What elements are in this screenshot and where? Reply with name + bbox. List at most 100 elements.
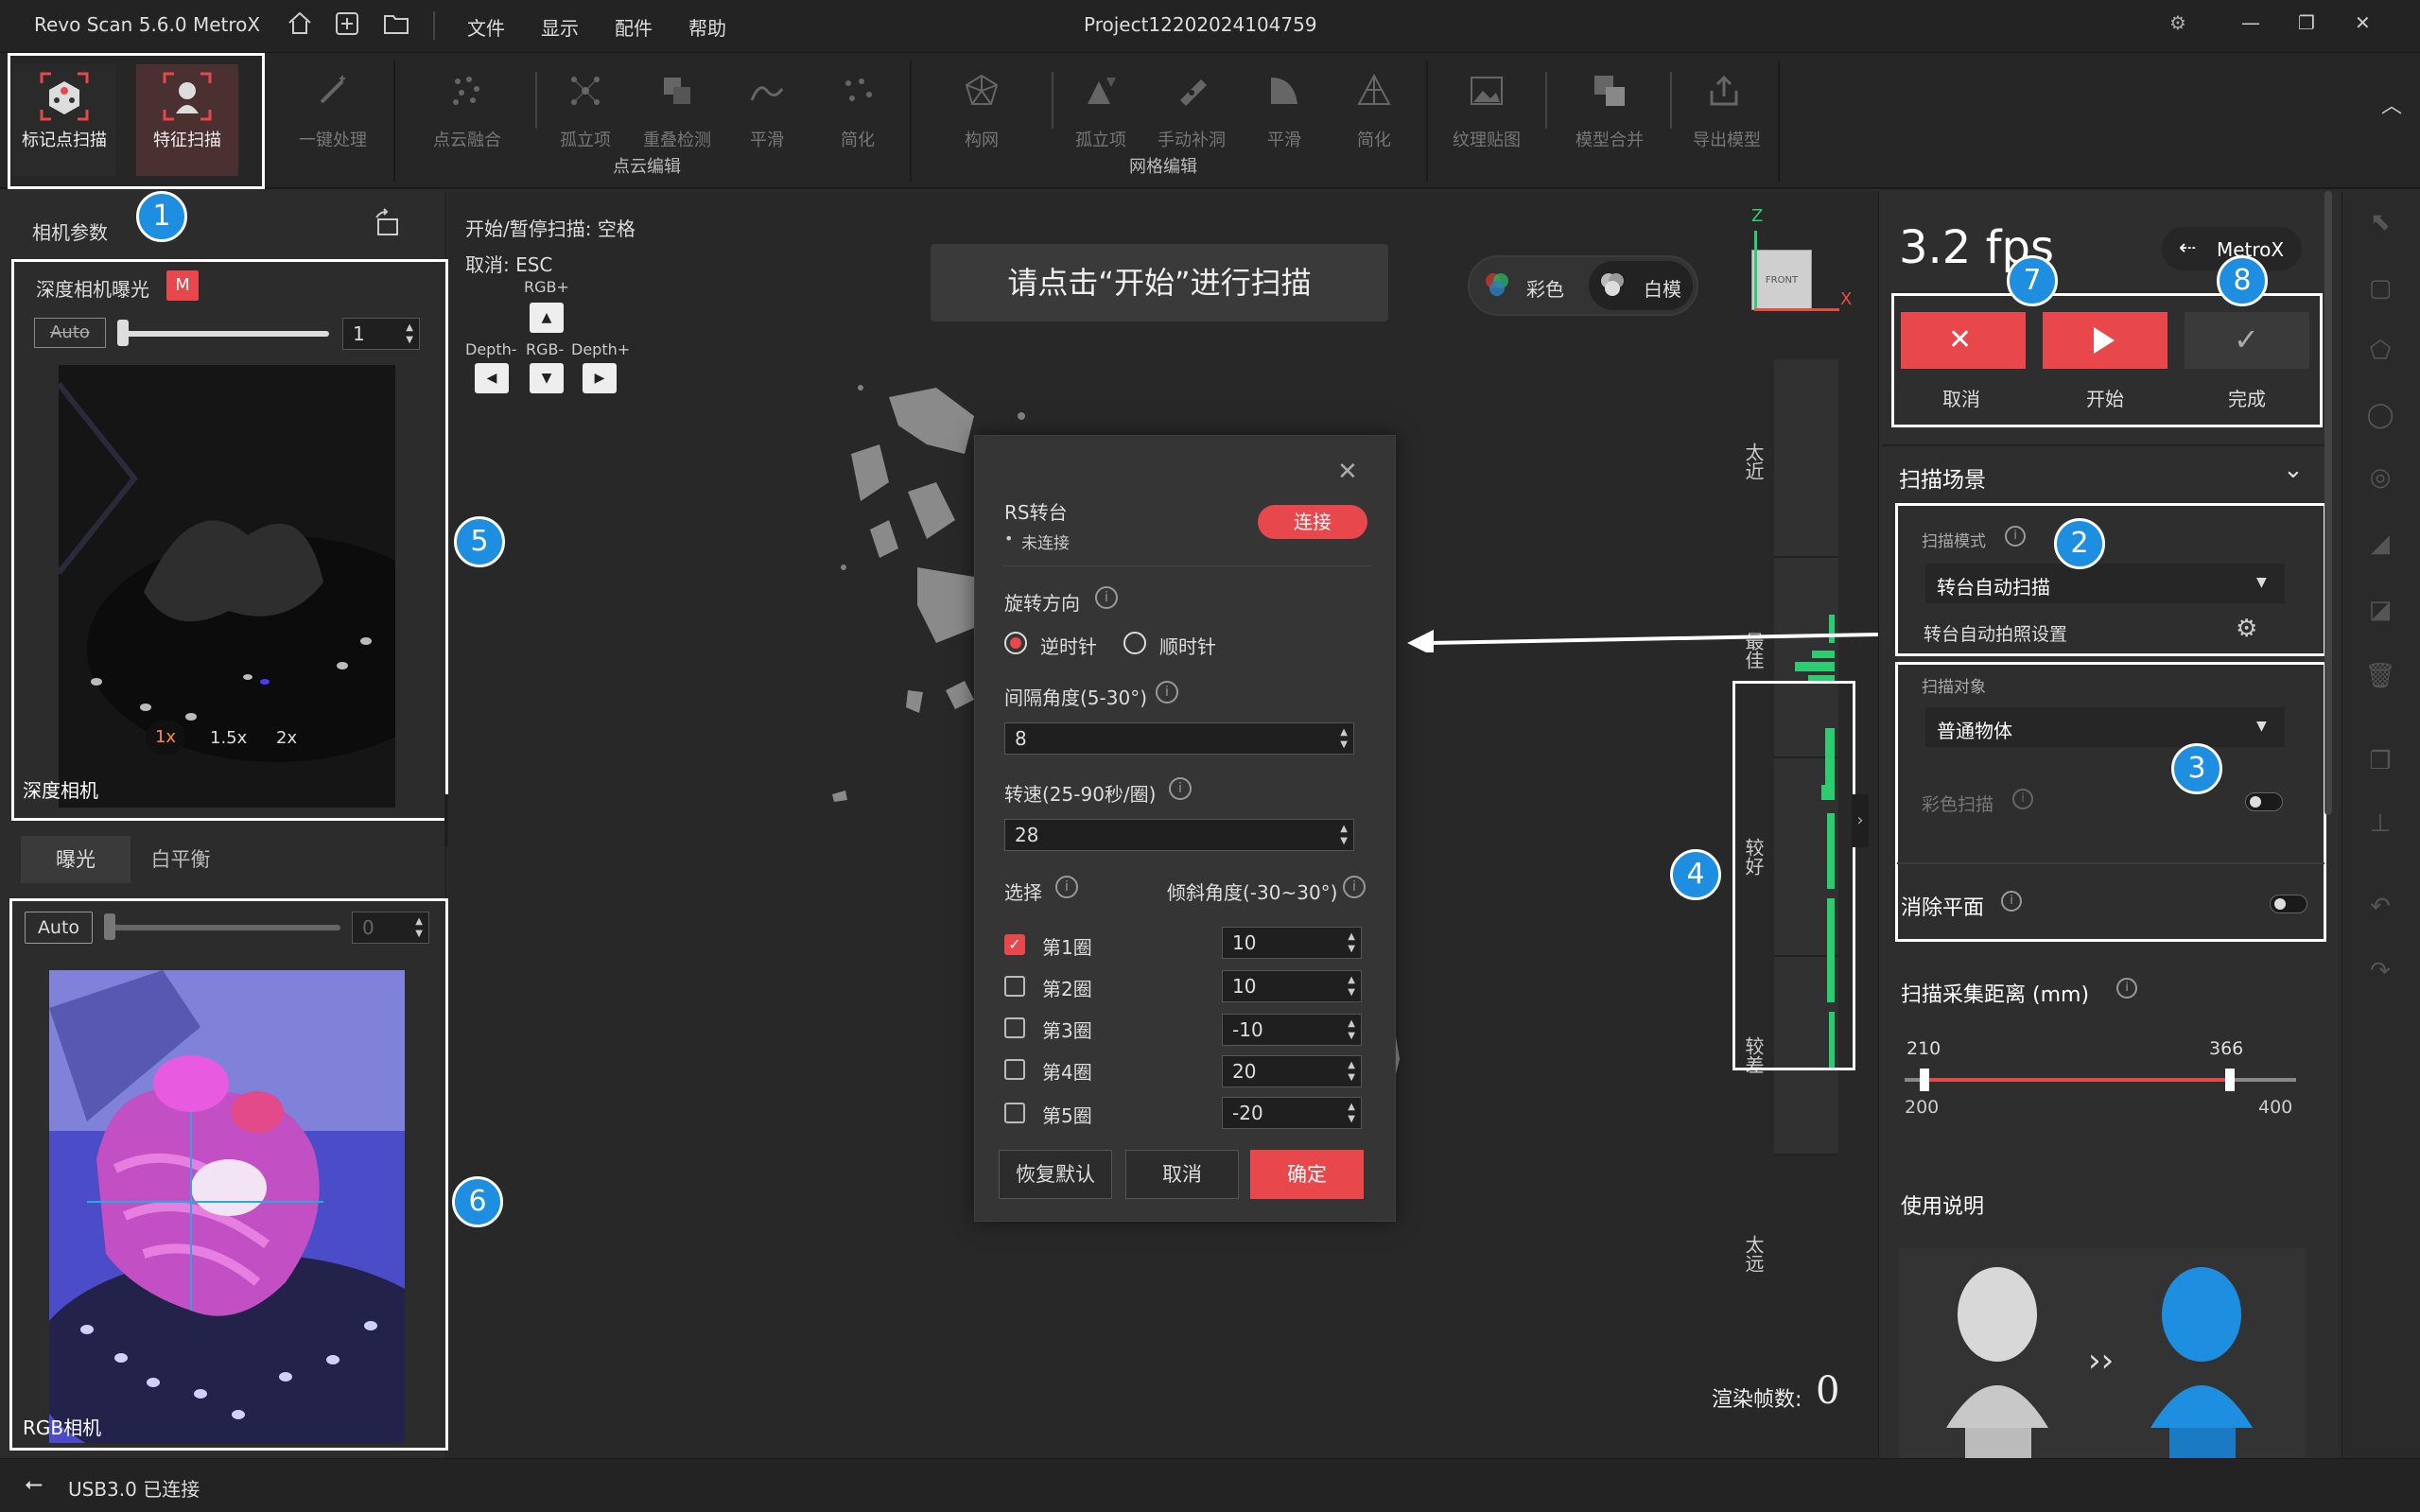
info-icon[interactable]: i [1055, 876, 1078, 898]
spin-arrows-icon[interactable]: ▲ ▼ [1348, 1059, 1355, 1084]
depth-minus-button[interactable]: ◀ [475, 363, 509, 393]
round-5-checkbox[interactable] [1004, 1103, 1025, 1123]
range-high-handle[interactable] [2224, 1069, 2235, 1091]
info-icon[interactable]: i [2116, 978, 2137, 999]
dialog-cancel-button[interactable]: 取消 [1125, 1150, 1239, 1199]
scan-object-dropdown[interactable]: 普通物体 ▼ [1925, 707, 2285, 747]
pointer-select-icon[interactable]: ⬉ [2364, 208, 2396, 240]
invert-select-icon[interactable]: ◪ [2364, 596, 2396, 628]
close-icon[interactable]: ✕ [2355, 11, 2371, 34]
info-icon[interactable]: i [2001, 891, 2022, 912]
spin-arrows-icon[interactable]: ▲ ▼ [1340, 823, 1348, 847]
dialog-close-icon[interactable]: ✕ [1337, 458, 1358, 486]
speed-input[interactable]: 28 ▲ ▼ [1004, 819, 1354, 851]
ccw-label[interactable]: 逆时针 [1040, 632, 1097, 659]
cw-radio[interactable] [1123, 632, 1146, 654]
depth-slider-handle[interactable] [117, 320, 129, 346]
start-scan-button[interactable] [2043, 312, 2168, 369]
round-2-tilt-input[interactable]: 10 ▲ ▼ [1222, 970, 1362, 1002]
minimize-icon[interactable]: — [2241, 11, 2260, 34]
rgb-exposure-slider[interactable] [106, 925, 340, 930]
plane-cut-icon[interactable]: ◢ [2364, 530, 2396, 562]
menu-display[interactable]: 显示 [541, 13, 579, 41]
round-1-checkbox[interactable]: ✓ [1004, 934, 1025, 955]
zoom-1x-button[interactable]: 1x [146, 721, 185, 755]
info-icon[interactable]: i [1343, 876, 1366, 898]
color-scan-toggle[interactable] [2245, 792, 2283, 811]
rotate-camera-icon[interactable] [371, 208, 403, 240]
right-panel-scrollbar[interactable] [2324, 191, 2332, 815]
round-4-checkbox[interactable] [1004, 1059, 1025, 1080]
texture-button[interactable]: 纹理贴图 [1436, 64, 1538, 176]
finish-scan-button[interactable]: ✓ [2185, 312, 2309, 369]
interval-input[interactable]: 8 ▲ ▼ [1004, 722, 1354, 755]
settings-icon[interactable]: ⚙ [2169, 11, 2186, 34]
spin-arrows-icon[interactable]: ▲ ▼ [1348, 974, 1355, 999]
rgb-exposure-input[interactable]: 0 ▲ ▼ [352, 912, 429, 944]
marker-scan-button[interactable]: 标记点扫描 [13, 64, 115, 176]
rgb-auto-button[interactable]: Auto [25, 912, 93, 944]
round-5-tilt-input[interactable]: -20 ▲ ▼ [1222, 1097, 1362, 1129]
cancel-scan-button[interactable]: ✕ [1901, 312, 2026, 369]
color-mode-label[interactable]: 彩色 [1526, 274, 1564, 302]
restore-defaults-button[interactable]: 恢复默认 [999, 1150, 1112, 1199]
depth-plus-button[interactable]: ▶ [583, 363, 617, 393]
collapse-ribbon-icon[interactable]: ︿ [2381, 89, 2402, 119]
connect-button[interactable]: 连接 [1258, 505, 1367, 539]
one-click-button[interactable]: 一键处理 [282, 64, 384, 176]
zoom-2x-button[interactable]: 2x [276, 728, 297, 748]
mesh-smooth-button[interactable]: 平滑 [1233, 64, 1335, 176]
round-1-tilt-input[interactable]: 10 ▲ ▼ [1222, 927, 1362, 959]
dialog-ok-button[interactable]: 确定 [1250, 1150, 1364, 1199]
rgb-slider-handle[interactable] [104, 913, 115, 940]
info-icon[interactable]: i [1156, 681, 1178, 704]
new-project-icon[interactable] [333, 9, 361, 38]
export-button[interactable]: 导出模型 [1676, 64, 1778, 176]
ccw-radio[interactable] [1004, 632, 1027, 654]
feature-scan-button[interactable]: 特征扫描 [136, 64, 238, 176]
depth-exposure-input[interactable]: 1 ▲ ▼ [342, 318, 420, 350]
zoom-1-5x-button[interactable]: 1.5x [210, 728, 247, 748]
spin-arrows-icon[interactable]: ▲ ▼ [1348, 930, 1355, 955]
spin-arrows-icon[interactable]: ▲ ▼ [1348, 1101, 1355, 1125]
restore-icon[interactable]: ❐ [2298, 11, 2315, 34]
delete-icon[interactable]: 🗑 [2364, 662, 2396, 694]
brush-select-icon[interactable]: ◎ [2364, 463, 2396, 495]
tab-exposure[interactable]: 曝光 [21, 836, 131, 883]
spin-arrows-icon[interactable]: ▲ ▼ [1340, 726, 1348, 751]
depth-exposure-slider[interactable] [119, 331, 329, 337]
info-icon[interactable]: i [1169, 777, 1192, 800]
collapse-right-icon[interactable]: › [1852, 794, 1869, 847]
undo-icon[interactable]: ↶ [2364, 893, 2396, 925]
pc-simplify-button[interactable]: 简化 [807, 64, 909, 176]
round-2-checkbox[interactable] [1004, 976, 1025, 997]
rgb-minus-button[interactable]: ▼ [530, 363, 564, 393]
menu-help[interactable]: 帮助 [688, 13, 726, 41]
chevron-down-icon[interactable]: ⌄ [2283, 456, 2304, 484]
home-icon[interactable] [286, 9, 314, 38]
round-4-tilt-input[interactable]: 20 ▲ ▼ [1222, 1055, 1362, 1087]
stamp-icon[interactable]: ⊥ [2364, 809, 2396, 842]
point-fusion-button[interactable]: 点云融合 [416, 64, 518, 176]
depth-auto-button[interactable]: Auto [34, 318, 106, 348]
merge-button[interactable]: 模型合并 [1558, 64, 1661, 176]
menu-accessories[interactable]: 配件 [615, 13, 653, 41]
view-cube[interactable]: FRONT [1751, 250, 1812, 310]
info-icon[interactable]: i [2012, 789, 2033, 809]
lasso-select-icon[interactable]: ◯ [2364, 401, 2396, 433]
pc-smooth-button[interactable]: 平滑 [716, 64, 818, 176]
turntable-settings-label[interactable]: 转台自动拍照设置 [1924, 620, 2067, 646]
copy-icon[interactable]: ❐ [2364, 747, 2396, 779]
gear-icon[interactable]: ⚙ [2236, 615, 2257, 643]
cw-label[interactable]: 顺时针 [1159, 632, 1216, 659]
menu-file[interactable]: 文件 [467, 13, 505, 41]
redo-icon[interactable]: ↷ [2364, 957, 2396, 989]
spin-arrows-icon[interactable]: ▲ ▼ [406, 322, 413, 346]
spin-arrows-icon[interactable]: ▲ ▼ [415, 915, 423, 940]
mesh-build-button[interactable]: 构网 [931, 64, 1033, 176]
remove-plane-toggle[interactable] [2270, 895, 2307, 913]
info-icon[interactable]: i [1095, 586, 1118, 609]
tab-white-balance[interactable]: 白平衡 [131, 836, 231, 883]
spin-arrows-icon[interactable]: ▲ ▼ [1348, 1017, 1355, 1042]
color-mode-icon[interactable] [1483, 270, 1511, 299]
